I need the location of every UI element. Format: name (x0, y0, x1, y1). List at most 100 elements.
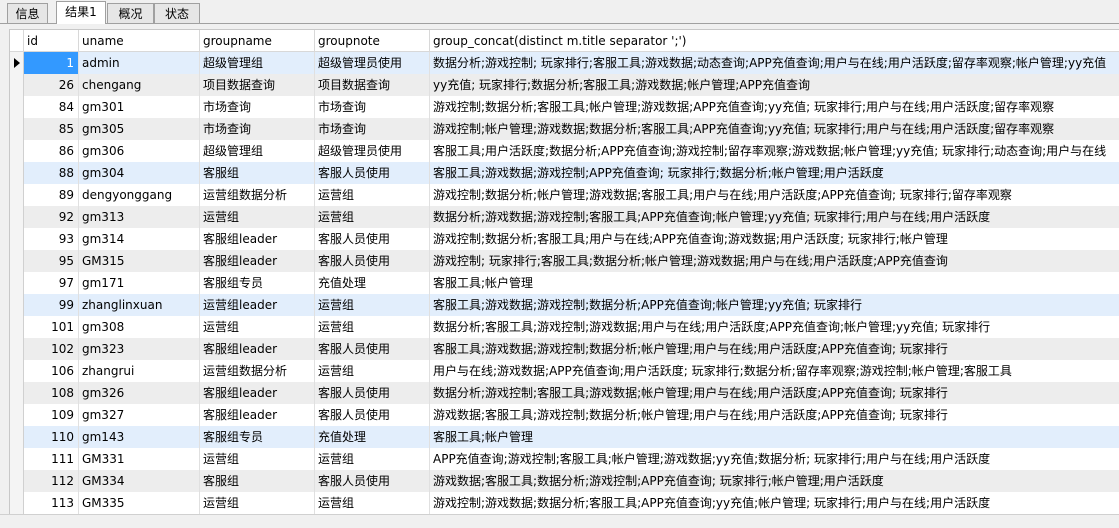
cell-groupname[interactable]: 客服组leader (200, 250, 315, 272)
cell-groupname[interactable]: 市场查询 (200, 96, 315, 118)
table-row[interactable]: 95 GM315 客服组leader 客服人员使用 游戏控制; 玩家排行;客服工具;数据… (10, 250, 1119, 272)
cell-group-concat[interactable]: 客服工具;游戏数据;游戏控制;APP充值查询; 玩家排行;数据分析;帐户管理;用… (430, 162, 1119, 184)
row-indicator[interactable] (10, 206, 24, 228)
horizontal-scrollbar[interactable] (0, 514, 1119, 528)
row-indicator[interactable] (10, 74, 24, 96)
table-row[interactable]: 97 gm171 客服组专员 充值处理 客服工具;帐户管理 (10, 272, 1119, 294)
row-indicator[interactable] (10, 316, 24, 338)
table-row[interactable]: 111 GM331 运营组 运营组 APP充值查询;游戏控制;客服工具;帐户管理;游戏数… (10, 448, 1119, 470)
table-row[interactable]: 88 gm304 客服组 客服人员使用 客服工具;游戏数据;游戏控制;APP充值查询; … (10, 162, 1119, 184)
cell-groupnote[interactable]: 运营组 (315, 184, 430, 206)
cell-groupnote[interactable]: 运营组 (315, 448, 430, 470)
cell-uname[interactable]: gm171 (79, 272, 200, 294)
table-row[interactable]: 89 dengyonggang 运营组数据分析 运营组 游戏控制;数据分析;帐户管理;游… (10, 184, 1119, 206)
cell-id[interactable]: 86 (24, 140, 79, 162)
cell-groupname[interactable]: 客服组 (200, 162, 315, 184)
cell-group-concat[interactable]: 数据分析;客服工具;游戏控制;游戏数据;用户与在线;用户活跃度;APP充值查询;… (430, 316, 1119, 338)
cell-id[interactable]: 26 (24, 74, 79, 96)
cell-group-concat[interactable]: 游戏数据;客服工具;数据分析;游戏控制;APP充值查询; 玩家排行;帐户管理;用… (430, 470, 1119, 492)
cell-groupname[interactable]: 运营组 (200, 448, 315, 470)
cell-group-concat[interactable]: 用户与在线;游戏数据;APP充值查询;用户活跃度; 玩家排行;数据分析;留存率观… (430, 360, 1119, 382)
cell-uname[interactable]: zhanglinxuan (79, 294, 200, 316)
table-row[interactable]: 113 GM335 运营组 运营组 游戏控制;游戏数据;数据分析;客服工具;APP充值查… (10, 492, 1119, 514)
tab-status[interactable]: 状态 (154, 3, 200, 23)
cell-group-concat[interactable]: 游戏控制;数据分析;帐户管理;游戏数据;客服工具;用户与在线;用户活跃度;APP… (430, 184, 1119, 206)
cell-uname[interactable]: gm304 (79, 162, 200, 184)
cell-uname[interactable]: gm314 (79, 228, 200, 250)
table-row[interactable]: 1 admin 超级管理组 超级管理员使用 数据分析;游戏控制; 玩家排行;客服工具;游… (10, 52, 1119, 74)
cell-groupnote[interactable]: 市场查询 (315, 118, 430, 140)
cell-groupname[interactable]: 超级管理组 (200, 52, 315, 74)
cell-uname[interactable]: chengang (79, 74, 200, 96)
cell-uname[interactable]: GM335 (79, 492, 200, 514)
cell-uname[interactable]: gm327 (79, 404, 200, 426)
cell-group-concat[interactable]: 游戏控制;数据分析;客服工具;帐户管理;游戏数据;APP充值查询;yy充值; 玩… (430, 96, 1119, 118)
cell-group-concat[interactable]: 客服工具;游戏数据;游戏控制;数据分析;帐户管理;用户与在线;用户活跃度;APP… (430, 338, 1119, 360)
row-indicator[interactable] (10, 52, 24, 74)
table-row[interactable]: 93 gm314 客服组leader 客服人员使用 游戏控制;数据分析;客服工具;用户与… (10, 228, 1119, 250)
cell-id[interactable]: 84 (24, 96, 79, 118)
cell-group-concat[interactable]: 客服工具;用户活跃度;数据分析;APP充值查询;游戏控制;留存率观察;游戏数据;… (430, 140, 1119, 162)
row-indicator[interactable] (10, 382, 24, 404)
cell-group-concat[interactable]: 客服工具;游戏数据;游戏控制;数据分析;APP充值查询;帐户管理;yy充值; 玩… (430, 294, 1119, 316)
table-row[interactable]: 26 chengang 项目数据查询 项目数据查询 yy充值; 玩家排行;数据分析;客服… (10, 74, 1119, 96)
row-indicator[interactable] (10, 228, 24, 250)
column-header-groupnote[interactable]: groupnote (315, 30, 430, 52)
table-row[interactable]: 109 gm327 客服组leader 客服人员使用 游戏数据;客服工具;游戏控制;数据… (10, 404, 1119, 426)
cell-groupname[interactable]: 运营组数据分析 (200, 184, 315, 206)
row-indicator[interactable] (10, 470, 24, 492)
cell-groupnote[interactable]: 运营组 (315, 360, 430, 382)
row-indicator[interactable] (10, 162, 24, 184)
column-header-id[interactable]: id (24, 30, 79, 52)
cell-id[interactable]: 99 (24, 294, 79, 316)
column-header-uname[interactable]: uname (79, 30, 200, 52)
cell-id[interactable]: 92 (24, 206, 79, 228)
cell-groupnote[interactable]: 充值处理 (315, 272, 430, 294)
cell-uname[interactable]: gm143 (79, 426, 200, 448)
cell-groupname[interactable]: 客服组leader (200, 404, 315, 426)
cell-group-concat[interactable]: 游戏控制;游戏数据;数据分析;客服工具;APP充值查询;yy充值;帐户管理; 玩… (430, 492, 1119, 514)
cell-groupnote[interactable]: 运营组 (315, 206, 430, 228)
cell-groupname[interactable]: 客服组leader (200, 382, 315, 404)
cell-uname[interactable]: dengyonggang (79, 184, 200, 206)
row-indicator[interactable] (10, 272, 24, 294)
cell-groupnote[interactable]: 客服人员使用 (315, 162, 430, 184)
cell-group-concat[interactable]: 游戏控制;数据分析;客服工具;用户与在线;APP充值查询;游戏数据;用户活跃度;… (430, 228, 1119, 250)
cell-groupnote[interactable]: 市场查询 (315, 96, 430, 118)
cell-groupnote[interactable]: 客服人员使用 (315, 404, 430, 426)
cell-group-concat[interactable]: 数据分析;游戏控制;客服工具;游戏数据;帐户管理;用户与在线;用户活跃度;APP… (430, 382, 1119, 404)
cell-uname[interactable]: gm308 (79, 316, 200, 338)
row-indicator[interactable] (10, 184, 24, 206)
row-indicator[interactable] (10, 338, 24, 360)
cell-id[interactable]: 113 (24, 492, 79, 514)
cell-group-concat[interactable]: 游戏数据;客服工具;游戏控制;数据分析;帐户管理;用户与在线;用户活跃度;APP… (430, 404, 1119, 426)
row-indicator[interactable] (10, 294, 24, 316)
cell-groupname[interactable]: 运营组leader (200, 294, 315, 316)
cell-groupname[interactable]: 运营组 (200, 492, 315, 514)
cell-groupname[interactable]: 客服组leader (200, 228, 315, 250)
cell-id[interactable]: 1 (24, 52, 79, 74)
table-row[interactable]: 92 gm313 运营组 运营组 数据分析;游戏数据;游戏控制;客服工具;APP充值查询… (10, 206, 1119, 228)
cell-id[interactable]: 101 (24, 316, 79, 338)
cell-groupnote[interactable]: 客服人员使用 (315, 470, 430, 492)
table-row[interactable]: 108 gm326 客服组leader 客服人员使用 数据分析;游戏控制;客服工具;游戏… (10, 382, 1119, 404)
cell-groupname[interactable]: 运营组数据分析 (200, 360, 315, 382)
cell-groupnote[interactable]: 运营组 (315, 316, 430, 338)
cell-groupname[interactable]: 客服组专员 (200, 426, 315, 448)
cell-groupname[interactable]: 客服组专员 (200, 272, 315, 294)
cell-group-concat[interactable]: 游戏控制; 玩家排行;客服工具;数据分析;帐户管理;游戏数据;用户与在线;用户活… (430, 250, 1119, 272)
tab-overview[interactable]: 概况 (107, 3, 154, 23)
cell-id[interactable]: 93 (24, 228, 79, 250)
cell-group-concat[interactable]: 数据分析;游戏数据;游戏控制;客服工具;APP充值查询;帐户管理;yy充值; 玩… (430, 206, 1119, 228)
column-header-group-concat[interactable]: group_concat(distinct m.title separator … (430, 30, 1119, 52)
cell-id[interactable]: 89 (24, 184, 79, 206)
row-indicator[interactable] (10, 96, 24, 118)
cell-uname[interactable]: zhangrui (79, 360, 200, 382)
cell-id[interactable]: 106 (24, 360, 79, 382)
cell-id[interactable]: 110 (24, 426, 79, 448)
cell-group-concat[interactable]: 数据分析;游戏控制; 玩家排行;客服工具;游戏数据;动态查询;APP充值查询;用… (430, 52, 1119, 74)
column-header-groupname[interactable]: groupname (200, 30, 315, 52)
cell-groupnote[interactable]: 客服人员使用 (315, 382, 430, 404)
cell-uname[interactable]: gm323 (79, 338, 200, 360)
cell-groupname[interactable]: 项目数据查询 (200, 74, 315, 96)
